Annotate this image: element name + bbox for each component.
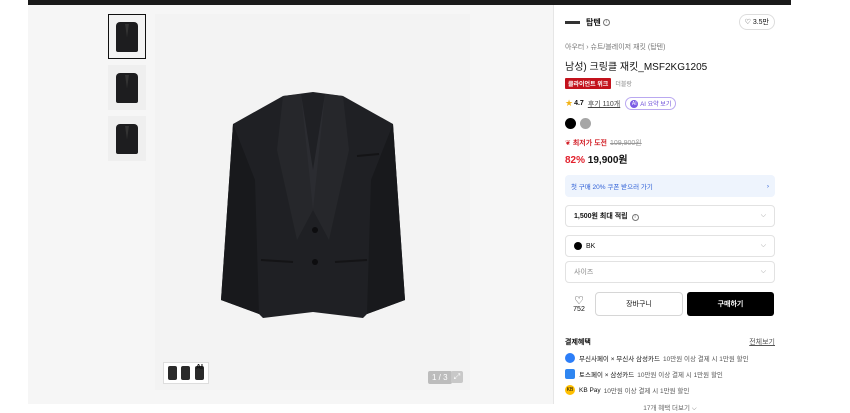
brand-like-button[interactable]: ♡ 3.5만: [738, 14, 775, 30]
action-row: ♡ 752 장바구니 구매하기: [565, 292, 775, 316]
coupon-banner[interactable]: 첫 구매 20% 쿠폰 받으러 가기 ›: [565, 175, 775, 197]
color-dot: [574, 242, 582, 250]
jacket-thumbnail-image: [116, 21, 138, 52]
sale-price: 19,900원: [587, 155, 628, 166]
heart-icon: ♡: [574, 294, 584, 307]
brand-row: 탑텐 i ♡ 3.5만: [565, 14, 775, 30]
benefit-header: 결제혜택 전체보기: [565, 337, 775, 347]
benefit-desc: 10만원 이상 결제 시 1만원 할인: [603, 388, 690, 395]
ai-summary-button[interactable]: AI AI 요약 보기: [625, 97, 677, 110]
benefit-desc: 10만원 이상 결제 시 1만원 할인: [637, 372, 723, 379]
color-swatch-gray[interactable]: [580, 118, 591, 129]
toss-pay-icon: [565, 369, 575, 379]
breadcrumb[interactable]: 아우터 › 슈트/블레이저 재킷 (탑텐): [565, 42, 775, 52]
original-price: 109,900원: [609, 140, 642, 147]
size-placeholder: 사이즈: [574, 269, 594, 276]
badge-row: 클라이언트 위크 더블랑: [565, 78, 775, 89]
color-select[interactable]: BK ⌵: [565, 235, 775, 257]
image-counter: 1 / 3: [428, 371, 452, 384]
lowest-price-icon: ❦: [565, 140, 571, 147]
buy-button[interactable]: 구매하기: [687, 292, 774, 316]
product-title: 남성) 크링클 재킷_MSF2KG1205: [565, 62, 708, 73]
price-row: 82% 19,900원: [565, 151, 775, 166]
heart-icon: ♡: [744, 19, 751, 26]
benefit-all-link[interactable]: 전체보기: [749, 337, 775, 347]
info-icon: i: [631, 214, 639, 221]
kb-pay-icon: KB: [565, 385, 575, 395]
color-swatches: [565, 118, 775, 129]
benefit-item[interactable]: 무신사페이 × 무신사 삼성카드 10만원 이상 결제 시 1만원 할인: [565, 353, 775, 363]
benefit-name: 토스페이 × 삼성카드: [579, 372, 635, 379]
benefit-name: KB Pay: [579, 386, 601, 394]
rating-row: ★ 4.7 후기 110개 AI AI 요약 보기: [565, 97, 775, 110]
promo-row: ❦ 최저가 도전 109,900원: [565, 138, 775, 148]
jacket-thumbnail-image: [116, 72, 138, 103]
wishlist-button[interactable]: ♡ 752: [565, 294, 593, 313]
points-dropdown[interactable]: 1,500원 최대 적립 i ⌵: [565, 205, 775, 227]
info-icon[interactable]: i: [602, 18, 610, 26]
thumbnail-1[interactable]: [108, 14, 146, 59]
jacket-mini-image: [181, 366, 191, 380]
benefit-desc: 10만원 이상 결제 시 1만원 할인: [662, 356, 749, 363]
jacket-image: [221, 92, 405, 318]
wish-count: 752: [573, 305, 585, 313]
thumbnail-2[interactable]: [108, 65, 146, 110]
cart-button[interactable]: 장바구니: [595, 292, 683, 316]
badge-sub: 더블랑: [615, 82, 632, 88]
reviews-link[interactable]: 후기 110개: [588, 99, 620, 109]
color-swatch-black[interactable]: [565, 118, 576, 129]
benefit-item[interactable]: 토스페이 × 삼성카드 10만원 이상 결제 시 1만원 할인: [565, 369, 775, 379]
coupon-text: 첫 구매 20% 쿠폰 받으러 가기: [571, 184, 653, 191]
brand-name[interactable]: 탑텐: [586, 17, 601, 28]
musinsa-pay-icon: [565, 353, 575, 363]
brand-like-count: 3.5만: [752, 19, 769, 26]
jacket-thumbnail-image: [116, 123, 138, 154]
thumbnail-3[interactable]: [108, 116, 146, 161]
thumbnail-list: [108, 14, 148, 167]
benefit-item[interactable]: KB KB Pay 10만원 이상 결제 시 1만원 할인: [565, 385, 775, 395]
brand-logo[interactable]: [565, 20, 580, 24]
ai-icon: AI: [630, 99, 639, 108]
chevron-down-icon: ⌵: [760, 268, 766, 275]
jacket-mini-image: [168, 366, 178, 380]
ai-summary-label: AI 요약 보기: [640, 102, 672, 108]
main-product-image: 1 / 3 ⤢: [155, 14, 470, 390]
ai-preview-label: AI: [196, 364, 203, 371]
discount-rate: 82%: [565, 155, 586, 166]
chevron-right-icon: ›: [766, 182, 769, 190]
star-icon: ★: [565, 98, 574, 108]
size-select[interactable]: 사이즈 ⌵: [565, 261, 775, 283]
promo-label: 최저가 도전: [572, 140, 607, 147]
rating-value: 4.7: [574, 100, 584, 107]
selected-color: BK: [586, 242, 596, 250]
benefit-title: 결제혜택: [565, 339, 591, 346]
product-info-panel: 탑텐 i ♡ 3.5만 아우터 › 슈트/블레이저 재킷 (탑텐) 남성) 크링…: [565, 14, 775, 413]
chevron-down-icon: ⌵: [760, 212, 766, 219]
divider: [553, 5, 554, 404]
points-text: 1,500원 최대 적립: [574, 213, 628, 220]
benefit-name: 무신사페이 × 무신사 삼성카드: [579, 356, 660, 363]
expand-icon[interactable]: ⤢: [451, 371, 463, 383]
event-badge: 클라이언트 위크: [565, 78, 612, 89]
chevron-down-icon: ⌵: [760, 242, 766, 249]
